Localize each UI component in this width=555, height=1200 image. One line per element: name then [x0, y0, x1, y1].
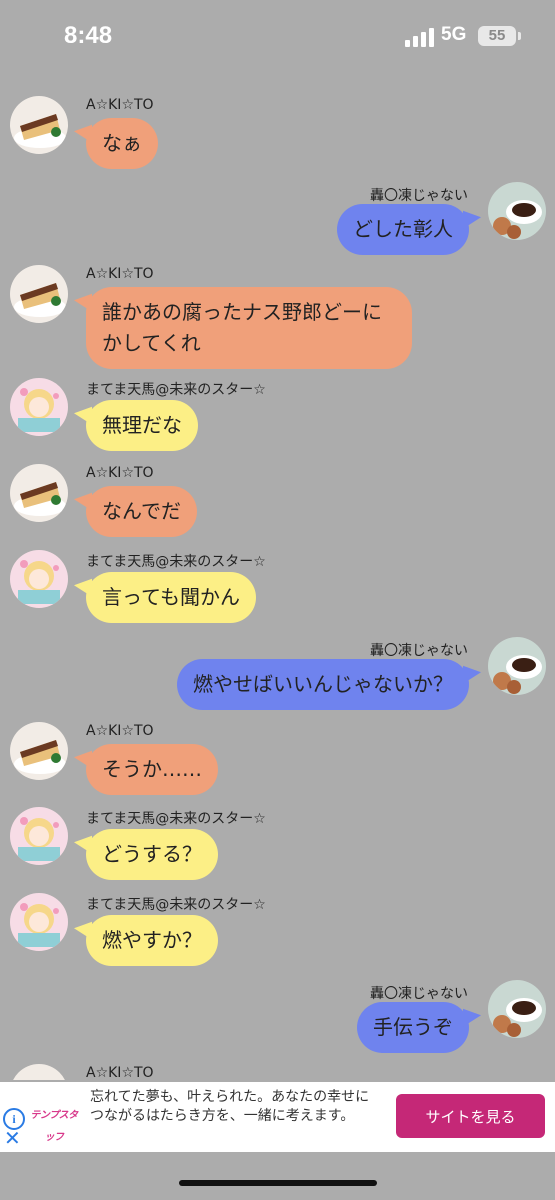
- avatar-coffee[interactable]: [488, 182, 546, 240]
- message-bubble[interactable]: どした彰人: [337, 204, 469, 255]
- message-bubble[interactable]: なぁ: [86, 118, 158, 169]
- avatar-cake[interactable]: [10, 722, 68, 780]
- avatar-cake[interactable]: [10, 464, 68, 522]
- message-bubble[interactable]: 燃やせばいいんじゃないか？: [177, 659, 469, 710]
- sender-name: まてま天馬@未来のスター☆: [86, 897, 266, 913]
- avatar-cake[interactable]: [10, 1064, 68, 1080]
- sender-name: まてま天馬@未来のスター☆: [86, 811, 266, 827]
- avatar-anime-girl[interactable]: [10, 550, 68, 608]
- message-bubble[interactable]: 燃やすか？: [86, 915, 218, 966]
- home-indicator[interactable]: [179, 1180, 377, 1186]
- message-bubble[interactable]: なんでだ: [86, 486, 197, 537]
- sender-name: 轟〇凍じゃない: [370, 188, 468, 204]
- visit-site-button[interactable]: サイトを見る: [396, 1094, 545, 1138]
- avatar-cake[interactable]: [10, 96, 68, 154]
- avatar-coffee[interactable]: [488, 980, 546, 1038]
- sender-name: まてま天馬@未来のスター☆: [86, 554, 266, 570]
- avatar-anime-girl[interactable]: [10, 807, 68, 865]
- avatar-anime-girl[interactable]: [10, 893, 68, 951]
- sender-name: A☆KI☆TO: [86, 465, 154, 481]
- ad-text[interactable]: 忘れてた夢も、叶えられた。あなたの幸せにつながるはたらき方を、一緒に考えます。: [90, 1088, 380, 1126]
- ad-logo[interactable]: テンプスタッフ: [28, 1105, 80, 1143]
- sender-name: 轟〇凍じゃない: [370, 986, 468, 1002]
- message-bubble[interactable]: どうする？: [86, 829, 218, 880]
- sender-name: A☆KI☆TO: [86, 1065, 154, 1080]
- avatar-coffee[interactable]: [488, 637, 546, 695]
- message-bubble[interactable]: そうか……: [86, 744, 218, 795]
- message-bubble[interactable]: 無理だな: [86, 400, 198, 451]
- sender-name: 轟〇凍じゃない: [370, 643, 468, 659]
- avatar-anime-girl[interactable]: [10, 378, 68, 436]
- message-bubble[interactable]: 言っても聞かん: [86, 572, 256, 623]
- sender-name: A☆KI☆TO: [86, 723, 154, 739]
- chat-thread[interactable]: A☆KI☆TO なぁ 轟〇凍じゃない どした彰人 A☆KI☆TO 誰かあの腐った…: [0, 0, 555, 1080]
- sender-name: まてま天馬@未来のスター☆: [86, 382, 266, 398]
- message-bubble[interactable]: 誰かあの腐ったナス野郎どーにかしてくれ: [86, 287, 412, 369]
- sender-name: A☆KI☆TO: [86, 266, 154, 282]
- message-bubble[interactable]: 手伝うぞ: [357, 1002, 469, 1053]
- avatar-cake[interactable]: [10, 265, 68, 323]
- sender-name: A☆KI☆TO: [86, 97, 154, 113]
- close-icon[interactable]: ✕: [4, 1128, 21, 1148]
